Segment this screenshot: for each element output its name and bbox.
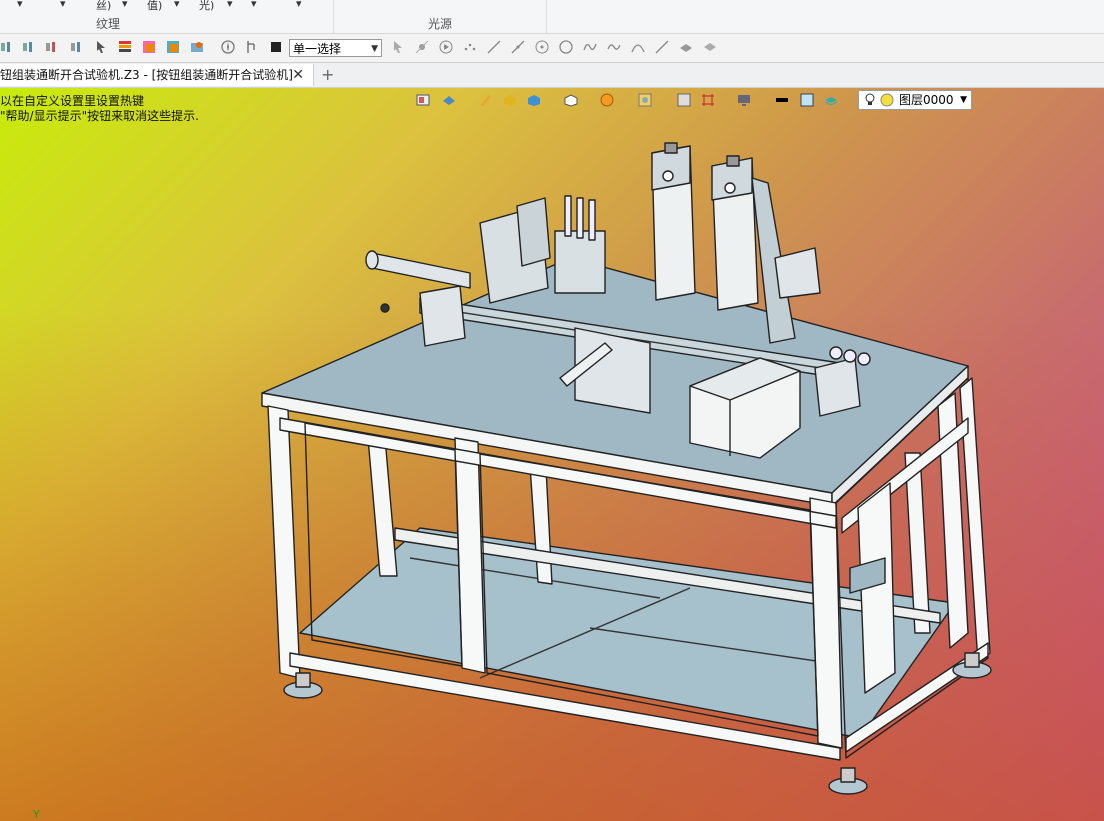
pen-icon[interactable] bbox=[655, 40, 669, 54]
toolbar: 单一选择 ▼ bbox=[0, 34, 1104, 63]
dropdown-arrow[interactable]: ▾ bbox=[17, 0, 23, 10]
point-icon[interactable] bbox=[415, 40, 429, 54]
chevron-down-icon: ▼ bbox=[371, 44, 378, 54]
list-icon[interactable] bbox=[118, 40, 132, 54]
document-tab-bar: 钮组装通断开合试验机.Z3 - [按钮组装通断开合试验机] ✕ + bbox=[0, 63, 1104, 88]
ribbon-text[interactable]: 值) bbox=[147, 0, 162, 13]
group-divider bbox=[333, 0, 334, 33]
line-icon[interactable] bbox=[511, 40, 525, 54]
circle-dot-icon[interactable] bbox=[535, 40, 549, 54]
group-label-texture: 纹理 bbox=[96, 17, 121, 31]
dropdown-arrow[interactable]: ▾ bbox=[122, 0, 128, 10]
points-icon[interactable] bbox=[463, 40, 477, 54]
surface-icon[interactable] bbox=[703, 40, 717, 54]
tab-active-document[interactable]: 钮组装通断开合试验机.Z3 - [按钮组装通断开合试验机] ✕ bbox=[0, 64, 314, 86]
dropdown-arrow[interactable]: ▾ bbox=[251, 0, 257, 10]
curve-icon[interactable] bbox=[607, 40, 621, 54]
3d-viewport[interactable]: 以在自定义设置里设置热键 "帮助/显示提示"按钮来取消这些提示. 图层0000 … bbox=[0, 88, 1104, 821]
square-icon[interactable] bbox=[269, 40, 283, 54]
filter-icon[interactable] bbox=[0, 40, 14, 54]
image-icon[interactable] bbox=[190, 40, 204, 54]
curve-tool-icon[interactable] bbox=[679, 40, 693, 54]
dropdown-arrow[interactable]: ▾ bbox=[60, 0, 66, 10]
group-divider bbox=[546, 0, 547, 33]
play-icon[interactable] bbox=[439, 40, 453, 54]
selection-mode-value: 单一选择 bbox=[293, 42, 342, 56]
image-icon[interactable] bbox=[142, 40, 156, 54]
dropdown-arrow[interactable]: ▾ bbox=[227, 0, 233, 10]
ribbon-text[interactable]: 丝) bbox=[96, 0, 111, 13]
dropdown-arrow[interactable]: ▾ bbox=[174, 0, 180, 10]
tab-title: 钮组装通断开合试验机.Z3 - [按钮组装通断开合试验机] bbox=[0, 68, 293, 82]
pick-icon[interactable] bbox=[94, 40, 108, 54]
compass-icon[interactable] bbox=[221, 40, 235, 54]
tree-icon[interactable] bbox=[245, 40, 259, 54]
filter-icon[interactable] bbox=[22, 40, 36, 54]
image-icon[interactable] bbox=[166, 40, 180, 54]
dropdown-arrow[interactable]: ▾ bbox=[296, 0, 302, 10]
group-label-light: 光源 bbox=[428, 17, 453, 31]
machine-model bbox=[261, 142, 992, 795]
axis-indicator-label: Y bbox=[33, 808, 40, 821]
circle-icon[interactable] bbox=[559, 40, 573, 54]
filter-icon[interactable] bbox=[70, 40, 84, 54]
ribbon: ▾ ▾ 丝) ▾ 值) ▾ 光) ▾ ▾ ▾ 纹理 光源 bbox=[0, 0, 1104, 34]
line-icon[interactable] bbox=[487, 40, 501, 54]
selection-mode-select[interactable]: 单一选择 ▼ bbox=[289, 39, 382, 57]
new-tab-button[interactable]: + bbox=[321, 65, 334, 84]
arrow-icon[interactable] bbox=[391, 40, 405, 54]
spline-icon[interactable] bbox=[583, 40, 597, 54]
ribbon-text[interactable]: 光) bbox=[199, 0, 214, 13]
arc-icon[interactable] bbox=[631, 40, 645, 54]
close-icon[interactable]: ✕ bbox=[292, 64, 304, 86]
filter-icon[interactable] bbox=[45, 40, 59, 54]
